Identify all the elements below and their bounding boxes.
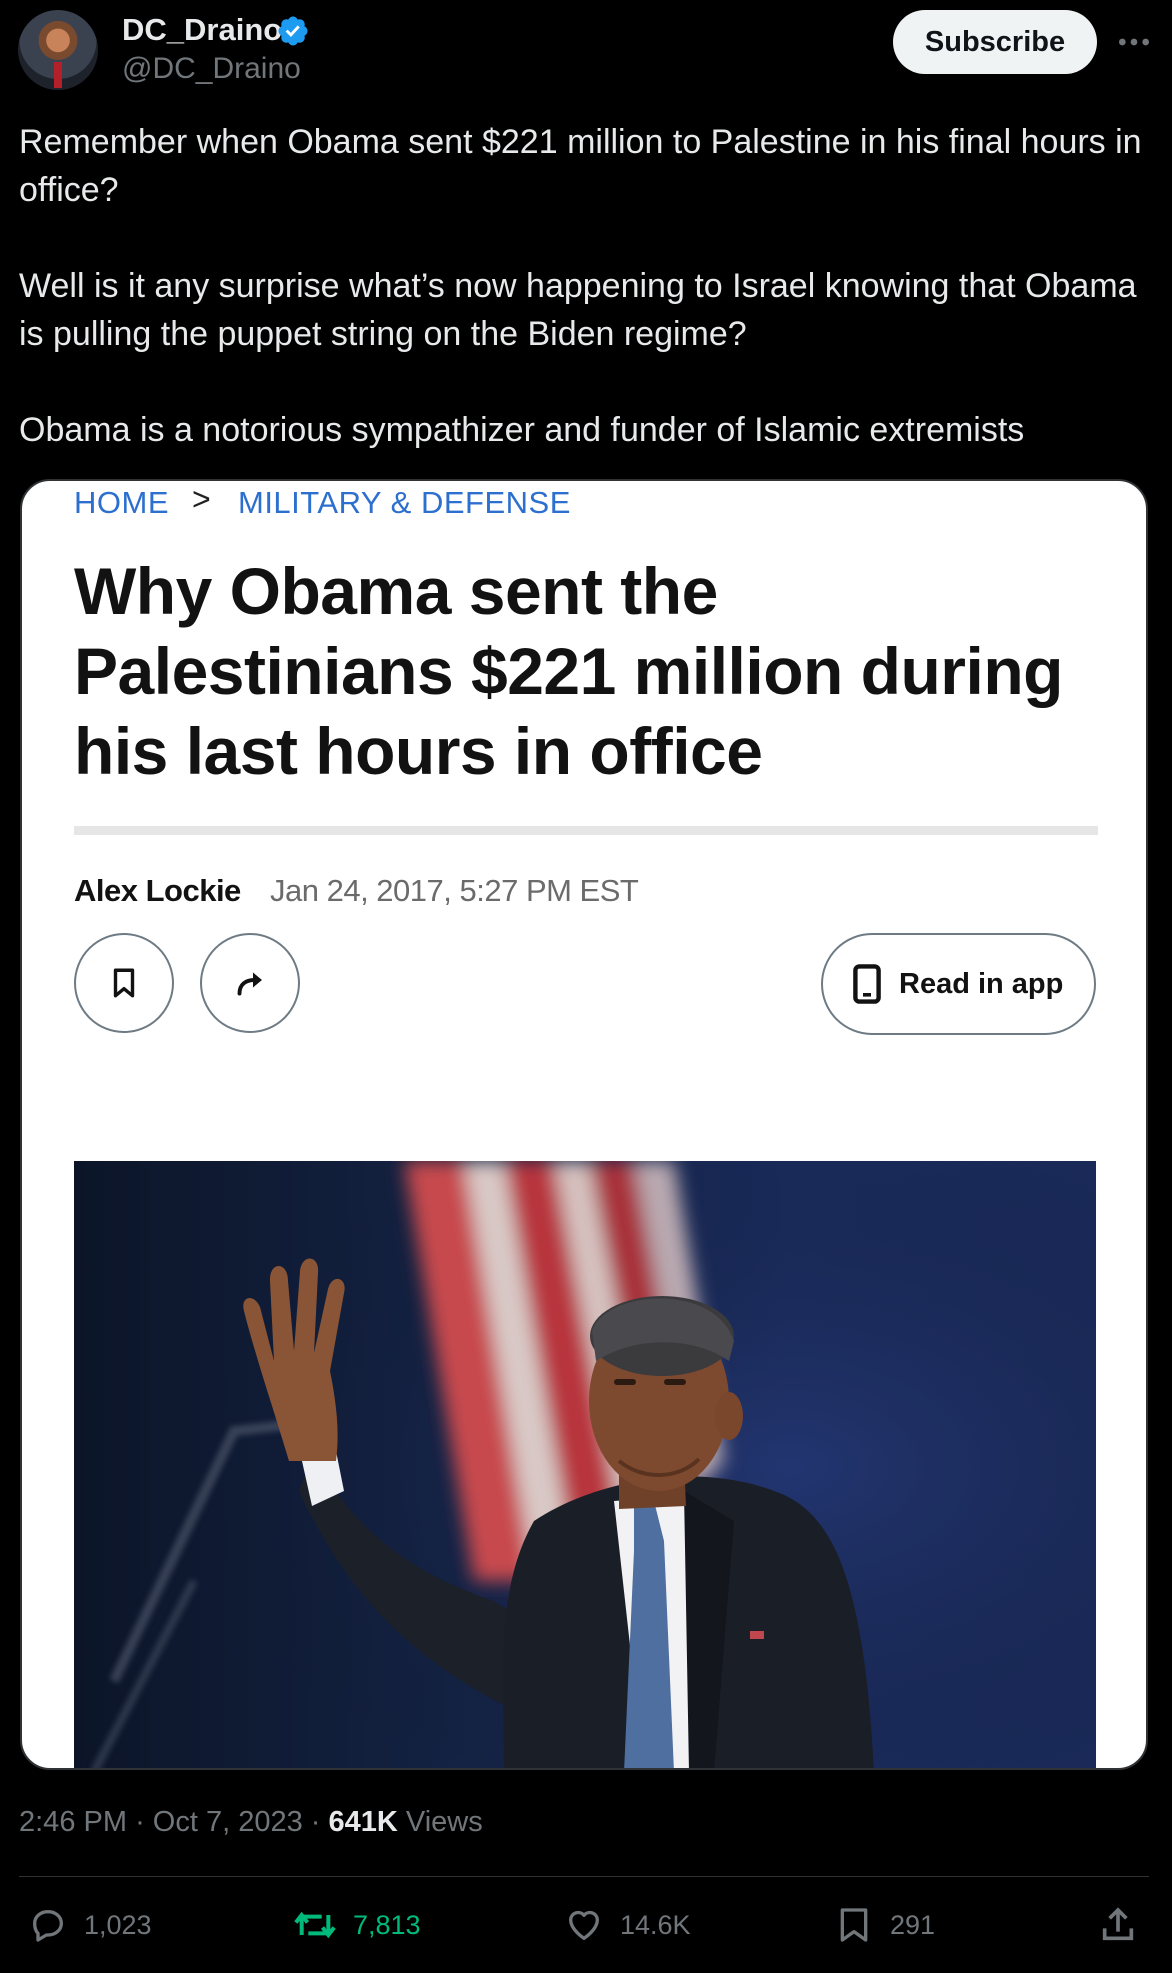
breadcrumb-section: MILITARY & DEFENSE (238, 485, 571, 520)
display-name[interactable]: DC_Draino (122, 12, 282, 48)
tweet-paragraph-3: Obama is a notorious sympathizer and fun… (19, 411, 1025, 449)
repost-button[interactable]: 7,813 (293, 1900, 421, 1950)
tweet-paragraph-2: Well is it any surprise what’s now happe… (19, 267, 1137, 353)
article-bookmark-button (74, 933, 174, 1033)
share-icon (1102, 1907, 1134, 1941)
like-button[interactable]: 14.6K (564, 1900, 691, 1950)
actions-divider (19, 1876, 1149, 1877)
more-dots-svg (1119, 38, 1149, 46)
read-in-app-label: Read in app (899, 967, 1064, 1000)
repost-count: 7,813 (353, 1909, 421, 1940)
user-handle[interactable]: @DC_Draino (122, 52, 301, 86)
breadcrumb-separator: > (192, 481, 212, 517)
share-arrow-icon (237, 972, 262, 996)
meta-separator: · (310, 1806, 329, 1838)
article-headline: Why Obama sent the Palestinians $221 mil… (74, 554, 1063, 788)
views-label: Views (405, 1806, 483, 1838)
breadcrumb-home: HOME (74, 485, 169, 520)
reply-button[interactable]: 1,023 (28, 1900, 152, 1950)
reply-count: 1,023 (84, 1909, 152, 1940)
verified-badge-icon (278, 16, 308, 46)
bookmark-icon (840, 1908, 868, 1942)
heart-icon (569, 1910, 599, 1940)
avatar[interactable] (18, 10, 98, 90)
phone-icon (853, 964, 881, 1004)
headline-divider (74, 826, 1098, 835)
share-button[interactable] (1098, 1900, 1138, 1950)
bookmark-button[interactable]: 291 (834, 1900, 935, 1950)
subscribe-button[interactable]: Subscribe (893, 10, 1097, 74)
article-share-button (200, 933, 300, 1033)
bookmark-count: 291 (890, 1909, 936, 1940)
tweet-time[interactable]: 2:46 PM (19, 1806, 127, 1838)
avatar-tie-detail (54, 62, 62, 88)
read-in-app-button: Read in app (821, 933, 1096, 1035)
reply-icon (33, 1910, 63, 1942)
more-horizontal-icon[interactable] (1114, 22, 1154, 62)
article-image-card[interactable]: HOME > MILITARY & DEFENSE Why Obama sent… (20, 479, 1148, 1770)
like-count: 14.6K (620, 1909, 691, 1940)
article-photo (74, 1161, 1096, 1768)
tweet-paragraph-1: Remember when Obama sent $221 million to… (19, 123, 1142, 209)
views-count: 641K (328, 1806, 398, 1838)
meta-separator: · (135, 1806, 153, 1838)
bookmark-icon (113, 968, 135, 998)
article-author: Alex Lockie (74, 873, 241, 908)
tweet-meta: 2:46 PM · Oct 7, 2023 · 641K Views (19, 1806, 483, 1839)
repost-icon (294, 1911, 336, 1939)
waving-man-photo (74, 1161, 1096, 1768)
tweet-date[interactable]: Oct 7, 2023 (153, 1806, 303, 1838)
tweet-text: Remember when Obama sent $221 million to… (19, 118, 1149, 454)
article-date: Jan 24, 2017, 5:27 PM EST (270, 873, 639, 908)
